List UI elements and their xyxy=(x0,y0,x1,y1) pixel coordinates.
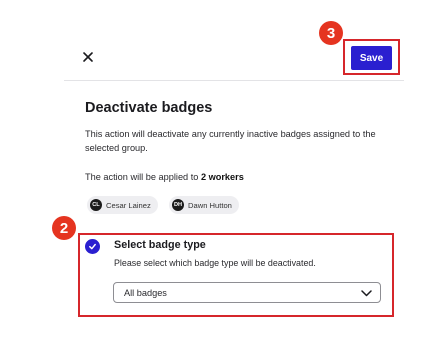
dialog-description: This action will deactivate any currentl… xyxy=(85,129,376,153)
worker-name: Cesar Lainez xyxy=(106,200,151,210)
step-marker-3: 3 xyxy=(319,21,343,45)
worker-name: Dawn Hutton xyxy=(188,200,232,210)
badge-type-title: Select badge type xyxy=(114,239,206,251)
applied-prefix: The action will be applied to xyxy=(85,172,201,182)
worker-chip: CL Cesar Lainez xyxy=(87,196,158,214)
worker-chip: DH Dawn Hutton xyxy=(169,196,239,214)
check-icon[interactable] xyxy=(85,239,100,254)
close-icon[interactable] xyxy=(80,49,96,65)
header-divider xyxy=(64,80,404,81)
page-title: Deactivate badges xyxy=(85,100,213,116)
chevron-down-icon xyxy=(361,284,372,302)
applied-count-text: The action will be applied to 2 workers xyxy=(85,172,244,182)
badge-type-select-value: All badges xyxy=(124,287,167,298)
avatar: DH xyxy=(172,199,184,211)
step-marker-2: 2 xyxy=(52,216,76,240)
badge-type-subtitle: Please select which badge type will be d… xyxy=(114,258,316,268)
applied-count: 2 workers xyxy=(200,172,244,182)
avatar: CL xyxy=(90,199,102,211)
badge-type-select[interactable]: All badges xyxy=(113,282,381,303)
save-button[interactable]: Save xyxy=(351,46,392,70)
